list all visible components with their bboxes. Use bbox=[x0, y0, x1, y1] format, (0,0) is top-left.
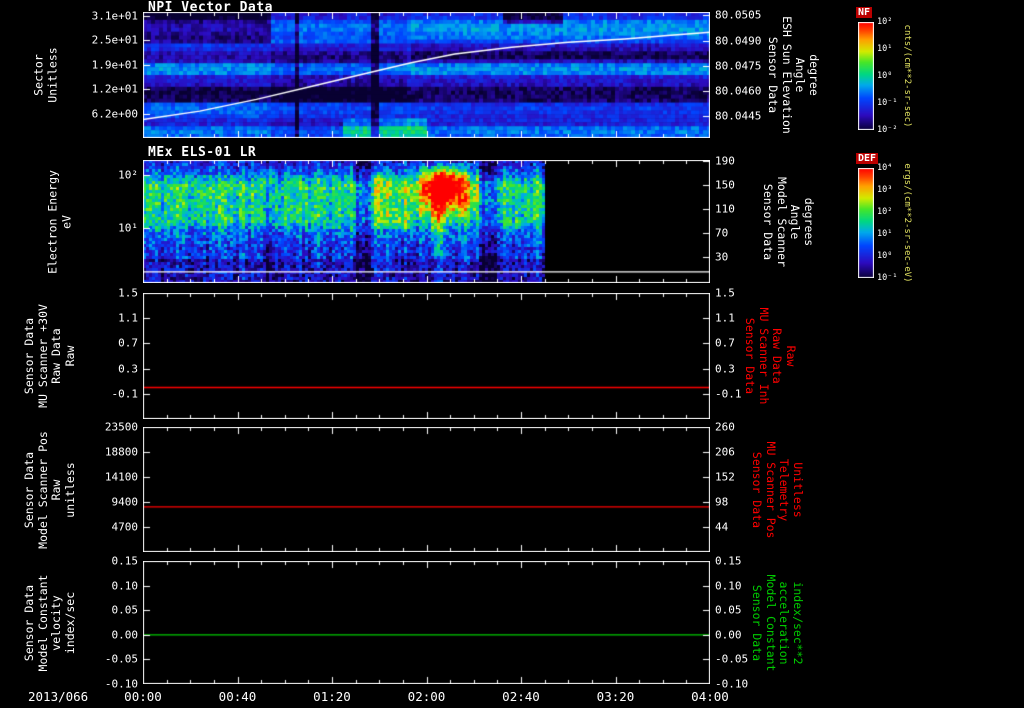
panel-1-right-axis-title: degrees Angle Model Scanner Sensor Data bbox=[761, 176, 817, 267]
y-tick-label: 80.0505 bbox=[715, 8, 762, 22]
y-tick-label: 2.5e+01 bbox=[91, 33, 138, 47]
colorbar-tick-label: 10⁻¹ bbox=[877, 273, 898, 283]
y-tick-label: 0.7 bbox=[715, 336, 735, 350]
x-tick-label: 02:40 bbox=[502, 689, 540, 704]
y-tick-label: 3.1e+01 bbox=[91, 9, 138, 23]
y-tick-label: 80.0475 bbox=[715, 59, 762, 73]
y-tick-label: 0.3 bbox=[118, 362, 138, 376]
y-tick-label: 98 bbox=[715, 495, 729, 509]
panel-3-left-axis-title: Sensor Data Model Scanner Pos Raw unitle… bbox=[21, 430, 77, 549]
nf-colorbar-label: NF bbox=[856, 7, 873, 18]
y-tick-label: 110 bbox=[715, 202, 735, 216]
y-tick-label: 260 bbox=[715, 420, 735, 434]
y-tick-label: 1.2e+01 bbox=[91, 82, 138, 96]
panel-2-right-axis-title: Raw Raw Data MU Scanner Inh Sensor Data bbox=[743, 307, 799, 405]
x-tick-label: 00:00 bbox=[124, 689, 162, 704]
y-tick-label: -0.10 bbox=[104, 677, 138, 691]
x-tick-label: 02:00 bbox=[407, 689, 446, 704]
y-tick-label: 44 bbox=[715, 520, 729, 534]
els-spectrogram-panel bbox=[143, 160, 710, 283]
y-tick-label: 0.15 bbox=[715, 554, 742, 568]
y-tick-label: 0.05 bbox=[715, 603, 742, 617]
def-colorbar-gradient bbox=[858, 168, 874, 278]
y-tick-label: 0.3 bbox=[715, 362, 735, 376]
y-tick-label: -0.10 bbox=[715, 677, 749, 691]
y-tick-label: -0.1 bbox=[111, 387, 139, 401]
colorbar-tick-label: 10⁰ bbox=[877, 251, 893, 261]
panel-0-right-axis-title: degree Angle ESH Sun Elevation Sensor Da… bbox=[766, 16, 822, 134]
y-tick-label: 1.1 bbox=[715, 311, 735, 325]
colorbar-tick-label: 10³ bbox=[877, 185, 893, 195]
plot-stage: NPI Vector Data MEx ELS-01 LR NF cnts/(c… bbox=[0, 0, 1024, 708]
y-tick-label: 23500 bbox=[104, 420, 138, 434]
colorbar-tick-label: 10² bbox=[877, 17, 893, 27]
y-tick-label: -0.1 bbox=[715, 387, 742, 401]
x-tick-label: 01:20 bbox=[313, 689, 351, 704]
y-tick-label: 150 bbox=[715, 178, 735, 192]
panel-4-right-axis-title: index/sec**2 acceleration Model Constant… bbox=[750, 574, 806, 671]
colorbar-tick-label: 10¹ bbox=[877, 44, 893, 54]
y-tick-label: 30 bbox=[715, 250, 729, 264]
model-scanner-pos-panel bbox=[143, 427, 710, 552]
model-constant-velocity-panel bbox=[143, 561, 710, 684]
y-tick-label: 18800 bbox=[104, 445, 138, 459]
y-tick-label: 4700 bbox=[111, 520, 139, 534]
y-tick-label: 0.00 bbox=[111, 628, 139, 642]
nf-colorbar-units: cnts/(cm**2-sr-sec) bbox=[902, 24, 912, 128]
y-tick-label: 152 bbox=[715, 470, 735, 484]
y-tick-label: -0.05 bbox=[104, 652, 138, 666]
def-colorbar: DEF ergs/(cm**2-sr-sec-eV) bbox=[856, 153, 912, 283]
x-tick-label: 00:40 bbox=[218, 689, 257, 704]
model-constant-velocity-canvas bbox=[143, 561, 710, 684]
y-tick-label: 1.5 bbox=[715, 286, 735, 300]
y-tick-label: 9400 bbox=[111, 495, 139, 509]
y-tick-label: 80.0490 bbox=[715, 34, 762, 48]
y-tick-label: 0.00 bbox=[715, 628, 742, 642]
colorbar-tick-label: 10⁻¹ bbox=[877, 98, 898, 108]
y-tick-label: 70 bbox=[715, 226, 729, 240]
y-tick-label: 0.10 bbox=[111, 579, 139, 593]
y-tick-label: 80.0445 bbox=[715, 109, 762, 123]
def-colorbar-units: ergs/(cm**2-sr-sec-eV) bbox=[902, 163, 912, 283]
colorbar-tick-label: 10² bbox=[877, 207, 893, 217]
y-tick-label: 1.1 bbox=[118, 311, 138, 325]
panel-0-left-axis-title: Sector Unitless bbox=[31, 47, 59, 103]
mu-scanner-30v-panel bbox=[143, 293, 710, 419]
date-label: 2013/066 bbox=[28, 689, 89, 704]
colorbar-tick-label: 10⁴ bbox=[877, 163, 893, 173]
y-tick-label: 1.9e+01 bbox=[91, 58, 138, 72]
x-tick-label: 04:00 bbox=[691, 689, 729, 704]
x-tick-label: 03:20 bbox=[596, 689, 635, 704]
y-tick-label: 1.5 bbox=[118, 286, 138, 300]
y-tick-label: 10² bbox=[118, 168, 138, 182]
panel-2-left-axis-title: Sensor Data MU Scanner +30V Raw Data Raw bbox=[21, 304, 77, 408]
nf-colorbar: NF cnts/(cm**2-sr-sec) bbox=[856, 7, 912, 130]
y-tick-label: 0.10 bbox=[715, 579, 742, 593]
colorbar-tick-label: 10⁰ bbox=[877, 71, 893, 81]
els-spectrogram-canvas bbox=[143, 160, 710, 283]
y-tick-label: 190 bbox=[715, 154, 735, 168]
y-tick-label: 0.15 bbox=[111, 554, 139, 568]
panel-4-left-axis-title: Sensor Data Model Constant velocity inde… bbox=[21, 574, 77, 671]
els-panel-title: MEx ELS-01 LR bbox=[148, 145, 257, 160]
y-tick-label: 6.2e+00 bbox=[91, 107, 138, 121]
npi-spectrogram-panel bbox=[143, 12, 710, 138]
nf-colorbar-gradient bbox=[858, 22, 874, 130]
mu-scanner-30v-canvas bbox=[143, 293, 710, 419]
y-tick-label: 14100 bbox=[104, 470, 138, 484]
y-tick-label: 10¹ bbox=[118, 221, 138, 235]
npi-spectrogram-canvas bbox=[143, 12, 710, 138]
y-tick-label: -0.05 bbox=[715, 652, 749, 666]
panel-1-left-axis-title: Electron Energy eV bbox=[45, 169, 73, 274]
y-tick-label: 80.0460 bbox=[715, 84, 762, 98]
model-scanner-pos-canvas bbox=[143, 427, 710, 552]
colorbar-tick-label: 10⁻² bbox=[877, 125, 898, 135]
panel-3-right-axis-title: Unitless Telemetry MU Scanner Pos Sensor… bbox=[750, 441, 806, 538]
colorbar-tick-label: 10¹ bbox=[877, 229, 893, 239]
y-tick-label: 206 bbox=[715, 445, 735, 459]
def-colorbar-label: DEF bbox=[856, 153, 879, 164]
y-tick-label: 0.7 bbox=[118, 336, 138, 350]
y-tick-label: 0.05 bbox=[111, 603, 139, 617]
